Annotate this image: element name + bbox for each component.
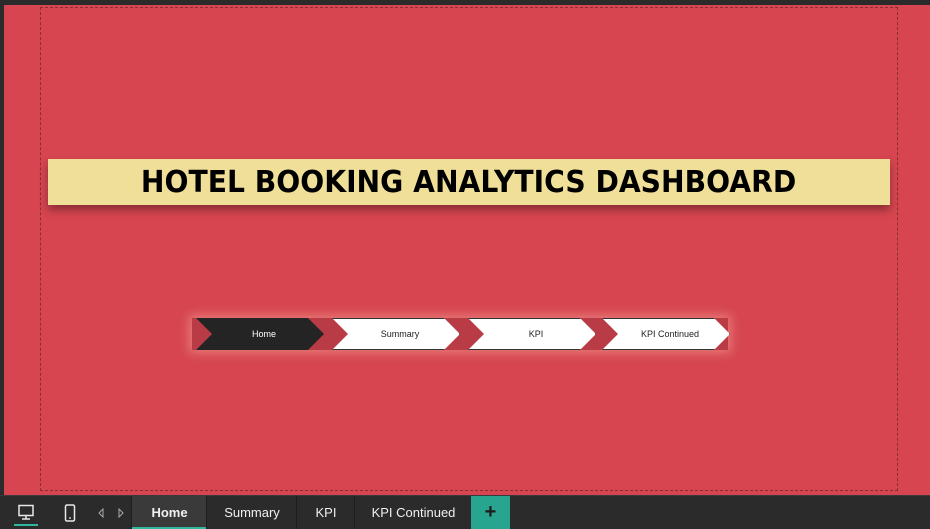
tab-label: KPI [315, 505, 337, 520]
mobile-view-button[interactable] [52, 496, 88, 529]
chevron-left-icon [98, 507, 104, 518]
tab-home[interactable]: Home [131, 496, 207, 529]
scroll-tabs-left-button[interactable] [92, 496, 110, 529]
nav-button-kpi[interactable]: KPI [468, 318, 596, 350]
tab-label: Home [151, 505, 188, 520]
tab-kpi-continued[interactable]: KPI Continued [354, 496, 472, 529]
canvas-boundary [40, 7, 898, 491]
plus-icon: + [484, 501, 497, 523]
chevron-right-icon [118, 507, 124, 518]
add-page-button[interactable]: + [471, 496, 510, 529]
page-navigator: Home Summary KPI KPI Continued [192, 318, 728, 350]
report-canvas: HOTEL BOOKING ANALYTICS DASHBOARD Home S… [4, 5, 930, 495]
nav-button-label: Summary [380, 329, 420, 339]
tab-summary[interactable]: Summary [206, 496, 297, 529]
nav-button-summary[interactable]: Summary [332, 318, 460, 350]
nav-button-label: KPI [528, 329, 544, 339]
desktop-view-button[interactable] [8, 496, 44, 529]
scroll-tabs-right-button[interactable] [112, 496, 130, 529]
nav-button-label: KPI Continued [640, 329, 700, 339]
phone-icon [64, 503, 76, 522]
tab-kpi[interactable]: KPI [296, 496, 355, 529]
tab-label: KPI Continued [371, 505, 456, 520]
title-banner: HOTEL BOOKING ANALYTICS DASHBOARD [48, 159, 890, 205]
nav-button-home[interactable]: Home [196, 318, 324, 350]
report-title: HOTEL BOOKING ANALYTICS DASHBOARD [141, 164, 797, 200]
desktop-icon [18, 504, 34, 520]
nav-button-kpi-continued[interactable]: KPI Continued [602, 318, 730, 350]
nav-button-label: Home [251, 329, 276, 339]
page-tab-bar: Home Summary KPI KPI Continued + [0, 495, 930, 529]
tab-label: Summary [224, 505, 280, 520]
